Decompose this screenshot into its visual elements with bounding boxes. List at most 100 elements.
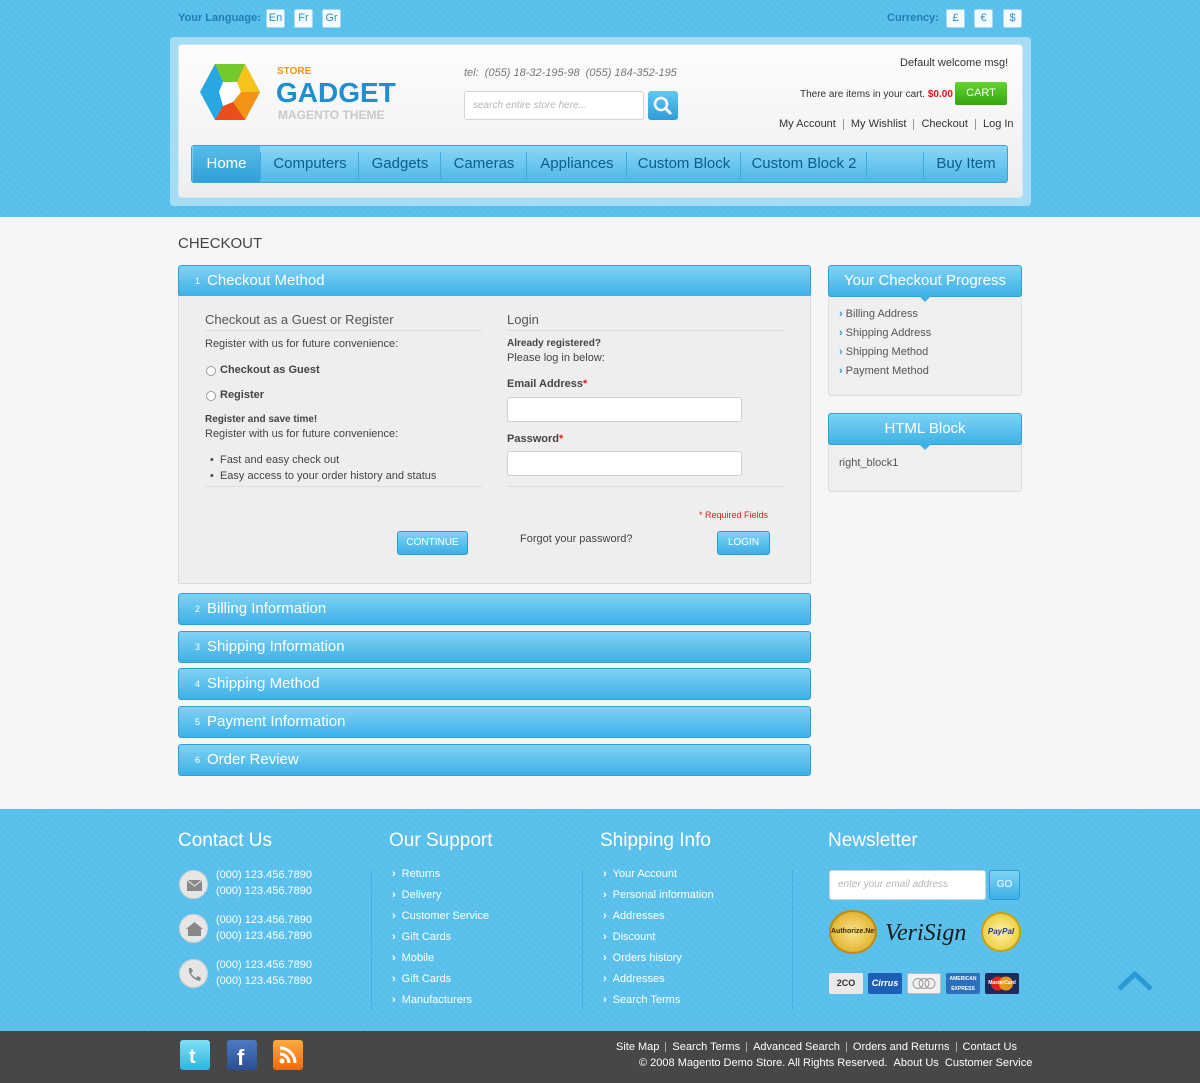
verisign-badge[interactable]: VeriSign bbox=[885, 920, 975, 950]
paypal-badge[interactable]: PayPal bbox=[981, 912, 1021, 952]
search-icon bbox=[653, 96, 672, 115]
search-input[interactable]: search entire store here... bbox=[464, 91, 644, 120]
password-label: Password* bbox=[507, 433, 564, 445]
nav-custom-block-2[interactable]: Custom Block 2 bbox=[742, 146, 866, 182]
copyright-text: © 2008 Magento Demo Store. All Rights Re… bbox=[639, 1057, 888, 1069]
svg-text:f: f bbox=[237, 1045, 245, 1070]
checkout-guest-radio[interactable] bbox=[206, 366, 216, 376]
logo-icon[interactable] bbox=[197, 62, 263, 124]
about-us-link[interactable]: About Us bbox=[894, 1057, 939, 1069]
nav-buy-item[interactable]: Buy Item bbox=[925, 146, 1007, 182]
shipping-link[interactable]: › Orders history bbox=[603, 952, 682, 964]
customer-service-link[interactable]: Customer Service bbox=[945, 1057, 1032, 1069]
nav-custom-block[interactable]: Custom Block bbox=[628, 146, 740, 182]
password-field[interactable] bbox=[507, 451, 742, 476]
progress-item: › Payment Method bbox=[839, 365, 929, 377]
twitter-icon[interactable]: t bbox=[180, 1040, 210, 1070]
step-billing-information[interactable]: 2 Billing Information bbox=[178, 593, 811, 625]
mail-icon bbox=[179, 870, 208, 899]
guest-intro: Register with us for future convenience: bbox=[205, 338, 399, 350]
step-order-review[interactable]: 6 Order Review bbox=[178, 744, 811, 776]
already-registered-text: Already registered? bbox=[507, 338, 601, 349]
progress-item: › Shipping Method bbox=[839, 346, 929, 358]
shipping-link[interactable]: › Personal information bbox=[603, 889, 714, 901]
currency-eur-button[interactable]: € bbox=[974, 9, 993, 28]
continue-button[interactable]: CONTINUE bbox=[397, 531, 468, 555]
support-link[interactable]: › Gift Cards bbox=[392, 931, 451, 943]
nav-computers[interactable]: Computers bbox=[262, 146, 358, 182]
advanced-search-link[interactable]: Advanced Search bbox=[753, 1041, 840, 1053]
card-mastercard: MasterCard bbox=[985, 973, 1019, 994]
register-radio[interactable] bbox=[206, 391, 216, 401]
card-amex: AMERICAN EXPRESS bbox=[946, 973, 980, 994]
guest-register-heading: Checkout as a Guest or Register bbox=[205, 312, 394, 327]
support-link[interactable]: › Manufacturers bbox=[392, 994, 472, 1006]
language-gr-button[interactable]: Gr bbox=[322, 9, 341, 28]
currency-gbp-button[interactable]: £ bbox=[946, 9, 965, 28]
required-fields-note: * Required Fields bbox=[699, 510, 769, 520]
logo-title[interactable]: GADGET bbox=[276, 77, 396, 109]
my-account-link[interactable]: My Account bbox=[779, 118, 836, 130]
facebook-icon[interactable]: f bbox=[227, 1040, 257, 1070]
pointer-icon bbox=[919, 444, 931, 450]
main-navigation: Home Computers Gadgets Cameras Appliance… bbox=[191, 145, 1008, 183]
email-field[interactable] bbox=[507, 397, 742, 422]
shipping-link[interactable]: › Addresses bbox=[603, 973, 665, 985]
step-payment-information[interactable]: 5 Payment Information bbox=[178, 706, 811, 738]
benefit-item: • Fast and easy check out bbox=[210, 454, 340, 466]
html-block-content: right_block1 bbox=[839, 457, 899, 469]
login-button[interactable]: LOGIN bbox=[717, 531, 770, 555]
cart-button[interactable]: CART bbox=[955, 82, 1007, 105]
my-wishlist-link[interactable]: My Wishlist bbox=[851, 118, 907, 130]
support-link[interactable]: › Delivery bbox=[392, 889, 441, 901]
shipping-link[interactable]: › Addresses bbox=[603, 910, 665, 922]
back-to-top-icon[interactable] bbox=[1116, 969, 1154, 993]
authorize-net-badge[interactable]: Authorize.Net bbox=[829, 910, 877, 954]
shipping-link[interactable]: › Discount bbox=[603, 931, 655, 943]
progress-item: › Shipping Address bbox=[839, 327, 932, 339]
language-en-button[interactable]: En bbox=[266, 9, 285, 28]
contact-line: (000) 123.456.7890 bbox=[216, 975, 313, 987]
home-icon bbox=[179, 914, 208, 943]
support-link[interactable]: › Returns bbox=[392, 868, 440, 880]
register-label[interactable]: Register bbox=[220, 389, 264, 401]
currency-usd-button[interactable]: $ bbox=[1003, 9, 1022, 28]
checkout-guest-label[interactable]: Checkout as Guest bbox=[220, 364, 320, 376]
contact-us-link[interactable]: Contact Us bbox=[963, 1041, 1017, 1053]
checkout-link[interactable]: Checkout bbox=[921, 118, 967, 130]
step-shipping-information[interactable]: 3 Shipping Information bbox=[178, 631, 811, 663]
card-maestro-icon bbox=[907, 973, 941, 994]
newsletter-go-button[interactable]: GO bbox=[989, 870, 1020, 900]
email-label: Email Address* bbox=[507, 378, 588, 390]
search-terms-link[interactable]: Search Terms bbox=[672, 1041, 740, 1053]
language-fr-button[interactable]: Fr bbox=[294, 9, 313, 28]
support-link[interactable]: › Gift Cards bbox=[392, 973, 451, 985]
forgot-password-link[interactable]: Forgot your password? bbox=[520, 533, 633, 545]
checkout-progress-title: Your Checkout Progress bbox=[828, 265, 1022, 297]
support-link[interactable]: › Customer Service bbox=[392, 910, 489, 922]
step-shipping-method[interactable]: 4 Shipping Method bbox=[178, 668, 811, 700]
nav-cameras[interactable]: Cameras bbox=[442, 146, 526, 182]
newsletter-email-input[interactable]: enter your email address bbox=[829, 870, 986, 900]
step-checkout-method[interactable]: 1 Checkout Method bbox=[178, 265, 811, 302]
orders-returns-link[interactable]: Orders and Returns bbox=[853, 1041, 950, 1053]
support-title: Our Support bbox=[389, 830, 493, 851]
cart-total: $0.00 bbox=[927, 89, 953, 100]
support-link[interactable]: › Mobile bbox=[392, 952, 434, 964]
search-button[interactable] bbox=[648, 91, 678, 120]
nav-appliances[interactable]: Appliances bbox=[528, 146, 626, 182]
shipping-link[interactable]: › Your Account bbox=[603, 868, 677, 880]
nav-gadgets[interactable]: Gadgets bbox=[360, 146, 440, 182]
card-2co: 2CO bbox=[829, 973, 863, 994]
login-link[interactable]: Log In bbox=[983, 118, 1014, 130]
site-map-link[interactable]: Site Map bbox=[616, 1041, 659, 1053]
copyright-line: © 2008 Magento Demo Store. All Rights Re… bbox=[639, 1057, 1032, 1069]
contact-title: Contact Us bbox=[178, 830, 272, 851]
contact-line: (000) 123.456.7890 bbox=[216, 914, 313, 926]
rss-icon[interactable] bbox=[273, 1040, 303, 1070]
nav-home[interactable]: Home bbox=[193, 146, 260, 182]
contact-line: (000) 123.456.7890 bbox=[216, 959, 313, 971]
top-links: My Account My Wishlist Checkout Log In bbox=[779, 118, 1014, 130]
phone-icon bbox=[179, 959, 208, 988]
shipping-link[interactable]: › Search Terms bbox=[603, 994, 680, 1006]
